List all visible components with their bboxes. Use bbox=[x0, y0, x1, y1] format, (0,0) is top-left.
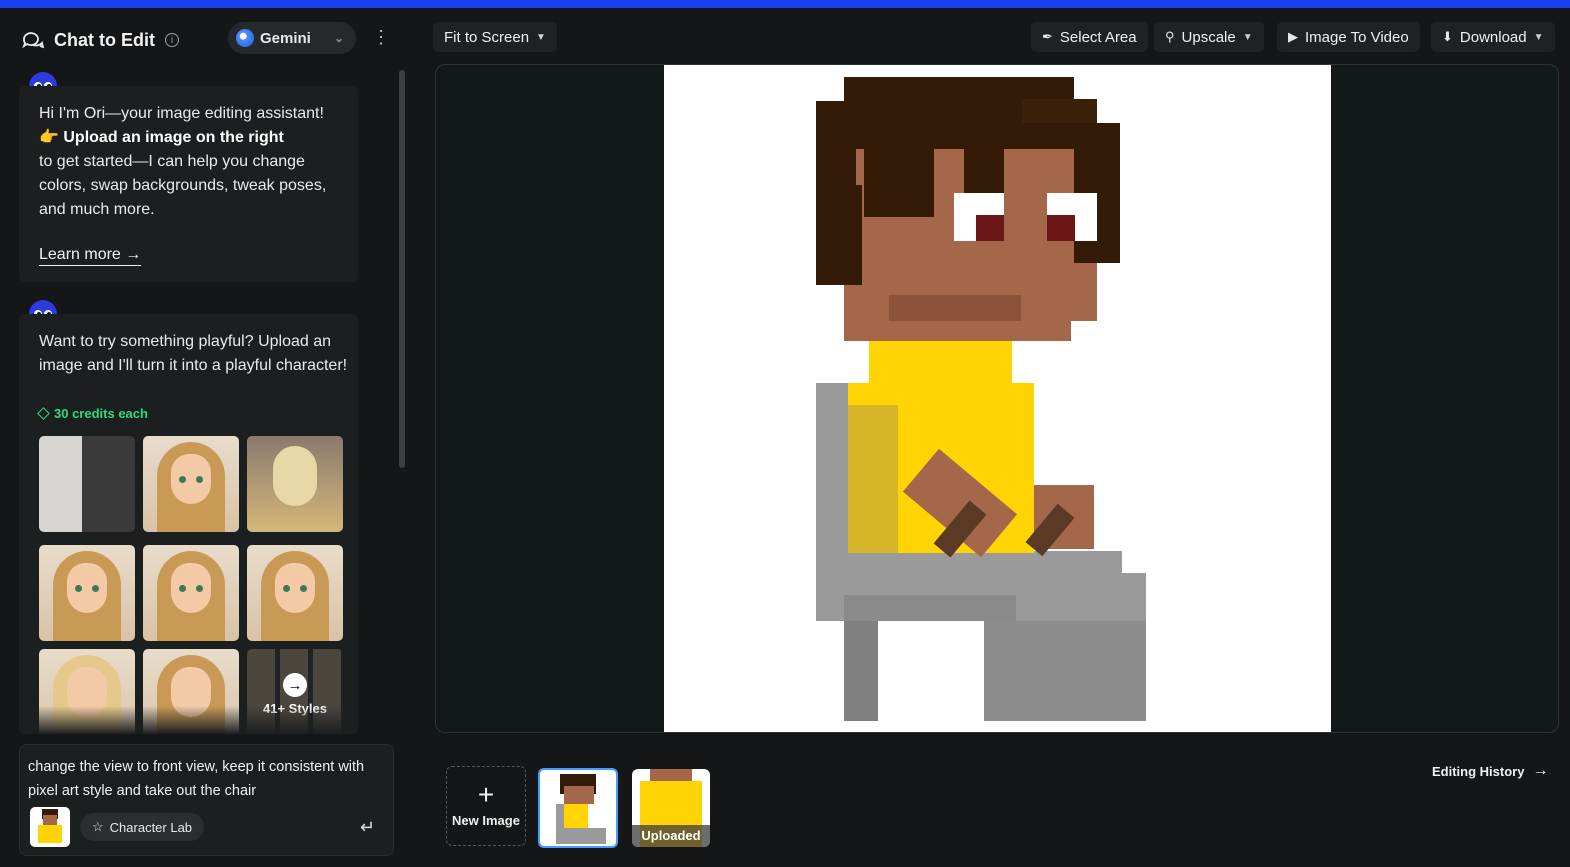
history-thumbnail-current[interactable] bbox=[538, 768, 618, 848]
image-to-video-label: Image To Video bbox=[1305, 28, 1409, 46]
style-thumbnail[interactable] bbox=[39, 436, 135, 532]
more-options-icon[interactable]: ⋮ bbox=[372, 28, 390, 48]
play-circle-icon: ▶ bbox=[1288, 29, 1298, 44]
attached-image-thumbnail[interactable] bbox=[30, 807, 70, 847]
style-thumbnail[interactable] bbox=[247, 436, 343, 532]
caret-down-icon: ▼ bbox=[1533, 31, 1544, 43]
chat-composer: change the view to front view, keep it c… bbox=[19, 744, 394, 856]
point-right-icon: 👉 bbox=[39, 129, 59, 146]
message-line: to get started—I can help you change col… bbox=[39, 153, 327, 218]
caret-down-icon: ▼ bbox=[1242, 31, 1253, 43]
download-label: Download bbox=[1459, 28, 1527, 46]
select-area-button[interactable]: ✒ Select Area bbox=[1031, 22, 1148, 52]
credit-diamond-icon bbox=[37, 407, 50, 420]
assistant-message: Hi I'm Ori—your image editing assistant!… bbox=[19, 86, 358, 282]
new-image-label: New Image bbox=[452, 813, 520, 828]
download-dropdown[interactable]: ⬇ Download ▼ bbox=[1431, 22, 1555, 52]
info-icon[interactable]: i bbox=[165, 33, 179, 47]
credits-text: 30 credits each bbox=[54, 406, 148, 421]
message-line: Hi I'm Ori—your image editing assistant! bbox=[39, 105, 324, 122]
credits-label: 30 credits each bbox=[37, 406, 148, 421]
prompt-input[interactable]: change the view to front view, keep it c… bbox=[28, 755, 388, 803]
style-thumbnail[interactable] bbox=[143, 436, 239, 532]
image-to-video-button[interactable]: ▶ Image To Video bbox=[1277, 22, 1420, 52]
top-accent-bar bbox=[0, 0, 1570, 8]
editing-history-link[interactable]: Editing History → bbox=[1432, 762, 1548, 780]
style-thumbnail[interactable] bbox=[39, 545, 135, 641]
learn-more-link[interactable]: Learn more → bbox=[39, 246, 142, 266]
chevron-down-icon: ▼ bbox=[536, 31, 546, 43]
new-image-button[interactable]: + New Image bbox=[446, 766, 526, 846]
gemini-logo-icon bbox=[236, 29, 254, 47]
chevron-down-icon: ⌄ bbox=[333, 31, 344, 45]
download-icon: ⬇ bbox=[1442, 29, 1453, 44]
upscale-label: Upscale bbox=[1181, 28, 1236, 46]
fade-overlay bbox=[19, 706, 358, 734]
zoom-icon: ⚲ bbox=[1165, 29, 1175, 44]
model-selector[interactable]: Gemini ⌄ bbox=[228, 22, 356, 54]
arrow-right-icon: → bbox=[125, 246, 142, 263]
arrow-right-icon: → bbox=[283, 673, 307, 697]
assistant-message-styles: Want to try something playful? Upload an… bbox=[19, 314, 358, 734]
message-bold-text: Upload an image on the right bbox=[63, 129, 284, 146]
message-text: Want to try something playful? Upload an… bbox=[39, 333, 348, 374]
plus-icon: + bbox=[477, 779, 495, 810]
upscale-dropdown[interactable]: ⚲ Upscale ▼ bbox=[1154, 22, 1264, 52]
style-thumbnail[interactable] bbox=[247, 545, 343, 641]
learn-more-label: Learn more bbox=[39, 246, 121, 263]
chat-bubbles-icon bbox=[22, 32, 44, 49]
message-text: Hi I'm Ori—your image editing assistant!… bbox=[39, 102, 349, 222]
fit-label: Fit to Screen bbox=[444, 28, 530, 46]
brush-icon: ✒ bbox=[1042, 29, 1053, 44]
chat-header: Chat to Edit i bbox=[22, 24, 179, 56]
uploaded-label: Uploaded bbox=[632, 825, 710, 847]
chat-panel: Chat to Edit i Gemini ⌄ ⋮ Hi I'm Ori—you… bbox=[0, 8, 410, 867]
style-thumbnail[interactable] bbox=[143, 545, 239, 641]
arrow-right-icon: → bbox=[1532, 762, 1549, 779]
history-thumbnail-uploaded[interactable]: Uploaded bbox=[632, 769, 710, 847]
chat-scrollbar[interactable] bbox=[399, 70, 405, 468]
pixel-art-character-image bbox=[664, 65, 1331, 732]
send-icon[interactable]: ↵ bbox=[360, 817, 380, 837]
model-name: Gemini bbox=[260, 29, 311, 47]
editing-history-label: Editing History bbox=[1432, 763, 1525, 779]
character-lab-label: Character Lab bbox=[109, 819, 193, 835]
star-icon: ☆ bbox=[92, 819, 104, 834]
image-canvas[interactable] bbox=[435, 64, 1559, 733]
chat-title: Chat to Edit bbox=[54, 29, 155, 50]
fit-to-screen-dropdown[interactable]: Fit to Screen ▼ bbox=[433, 22, 557, 52]
character-lab-button[interactable]: ☆ Character Lab bbox=[80, 813, 205, 841]
select-area-label: Select Area bbox=[1059, 28, 1137, 46]
